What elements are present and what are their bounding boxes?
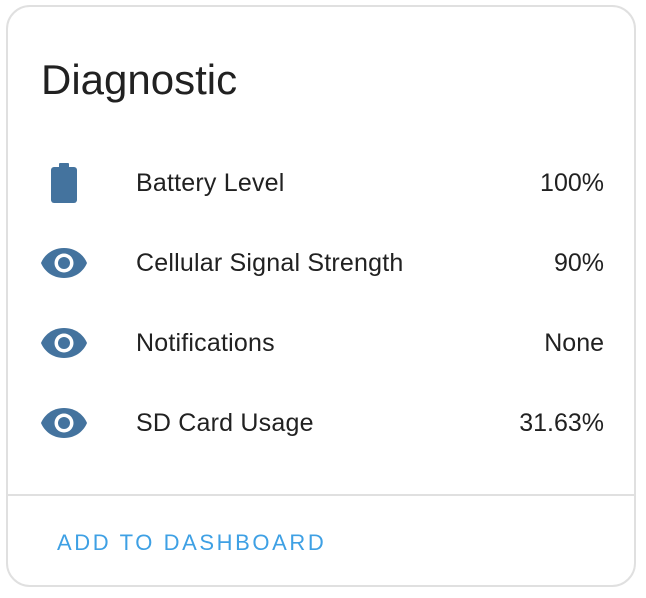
eye-icon (40, 399, 88, 447)
entity-value: None (544, 328, 604, 357)
entity-name: SD Card Usage (136, 408, 314, 437)
entity-value: 90% (553, 248, 604, 277)
card-actions-divider (8, 494, 634, 496)
entity-row-battery-level[interactable]: Battery Level 100% (8, 153, 634, 213)
entity-name: Notifications (136, 328, 275, 357)
entity-row-notifications[interactable]: Notifications None (8, 313, 634, 373)
battery-icon (40, 159, 88, 207)
entity-value: 100% (540, 168, 604, 197)
diagnostic-card: Diagnostic Battery Level 100% Cellular S… (6, 5, 636, 587)
entity-row-cellular-signal-strength[interactable]: Cellular Signal Strength 90% (8, 233, 634, 293)
eye-icon (40, 239, 88, 287)
entity-name: Battery Level (136, 168, 285, 197)
entity-value: 31.63% (519, 408, 604, 437)
card-title: Diagnostic (41, 56, 238, 103)
add-to-dashboard-button[interactable]: ADD TO DASHBOARD (46, 519, 337, 567)
entity-row-sd-card-usage[interactable]: SD Card Usage 31.63% (8, 393, 634, 453)
entity-name: Cellular Signal Strength (136, 248, 404, 277)
eye-icon (40, 319, 88, 367)
